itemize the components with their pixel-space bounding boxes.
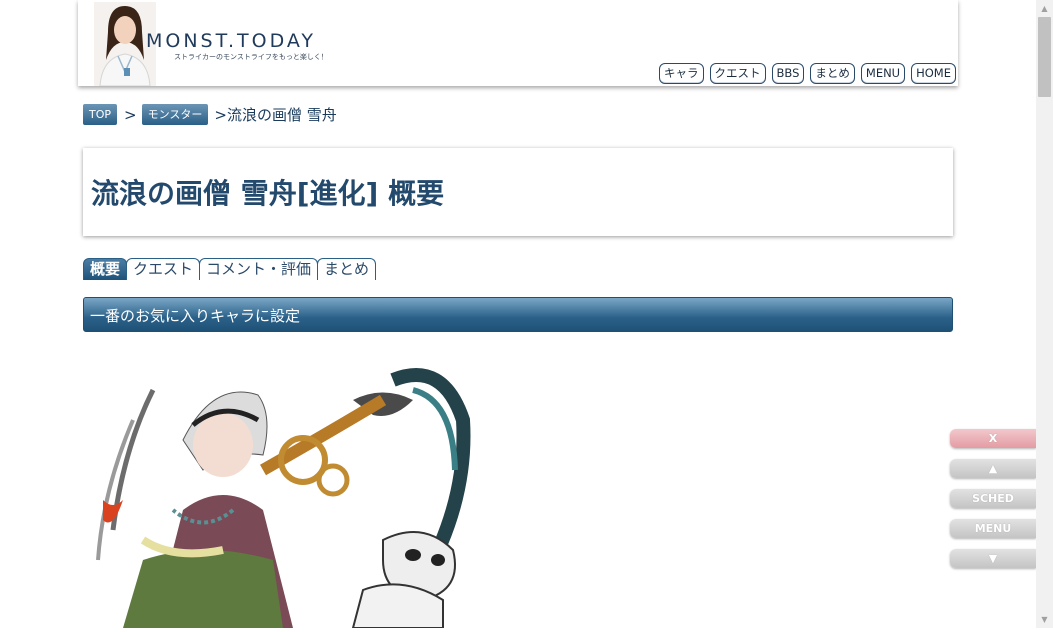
side-scroll-down-button[interactable]: ▼ [950, 549, 1036, 568]
side-menu-button[interactable]: MENU [950, 519, 1036, 538]
side-close-button[interactable]: X [950, 429, 1036, 448]
nav-menu-button[interactable]: MENU [860, 63, 906, 84]
favorite-label: 一番のお気に入りキャラに設定 [90, 307, 301, 325]
scroll-thumb[interactable] [1038, 17, 1051, 97]
scroll-down-arrow-icon[interactable]: ▼ [1036, 611, 1053, 628]
vertical-scrollbar[interactable]: ▲ ▼ [1036, 0, 1053, 628]
top-nav: キャラ クエスト BBS まとめ MENU HOME [659, 63, 956, 84]
site-title[interactable]: MONST.TODAY [146, 30, 316, 52]
title-box: 流浪の画僧 雪舟[進化] 概要 [83, 148, 953, 236]
tab-summary[interactable]: まとめ [317, 258, 377, 280]
site-tagline: ストライカーのモンストライフをもっと楽しく！ [174, 53, 328, 61]
breadcrumb-separator: > [124, 105, 137, 124]
breadcrumb-top-link[interactable]: TOP [83, 104, 118, 125]
page-title: 流浪の画僧 雪舟[進化] 概要 [91, 177, 445, 210]
side-scroll-up-button[interactable]: ▲ [950, 459, 1036, 478]
tab-quest[interactable]: クエスト [126, 258, 201, 280]
breadcrumb-current: >流浪の画僧 雪舟 [214, 106, 337, 124]
character-illustration [83, 360, 483, 629]
nav-quest-button[interactable]: クエスト [709, 63, 766, 84]
nav-bbs-button[interactable]: BBS [771, 63, 805, 84]
breadcrumb: TOP > モンスター >流浪の画僧 雪舟 [83, 104, 337, 125]
tab-comments[interactable]: コメント・評価 [199, 258, 319, 280]
nav-home-button[interactable]: HOME [911, 63, 956, 84]
favorite-button[interactable]: 一番のお気に入りキャラに設定 [83, 297, 953, 332]
site-header: MONST.TODAY ストライカーのモンストライフをもっと楽しく！ キャラ ク… [78, 0, 958, 86]
tab-bar: 概要 クエスト コメント・評価 まとめ [83, 258, 377, 280]
breadcrumb-monster-link[interactable]: モンスター [141, 104, 209, 125]
scroll-up-arrow-icon[interactable]: ▲ [1036, 0, 1053, 17]
tab-overview[interactable]: 概要 [83, 258, 128, 280]
nav-chara-button[interactable]: キャラ [659, 63, 704, 84]
side-sched-button[interactable]: SCHED [950, 489, 1036, 508]
nav-matome-button[interactable]: まとめ [810, 63, 855, 84]
